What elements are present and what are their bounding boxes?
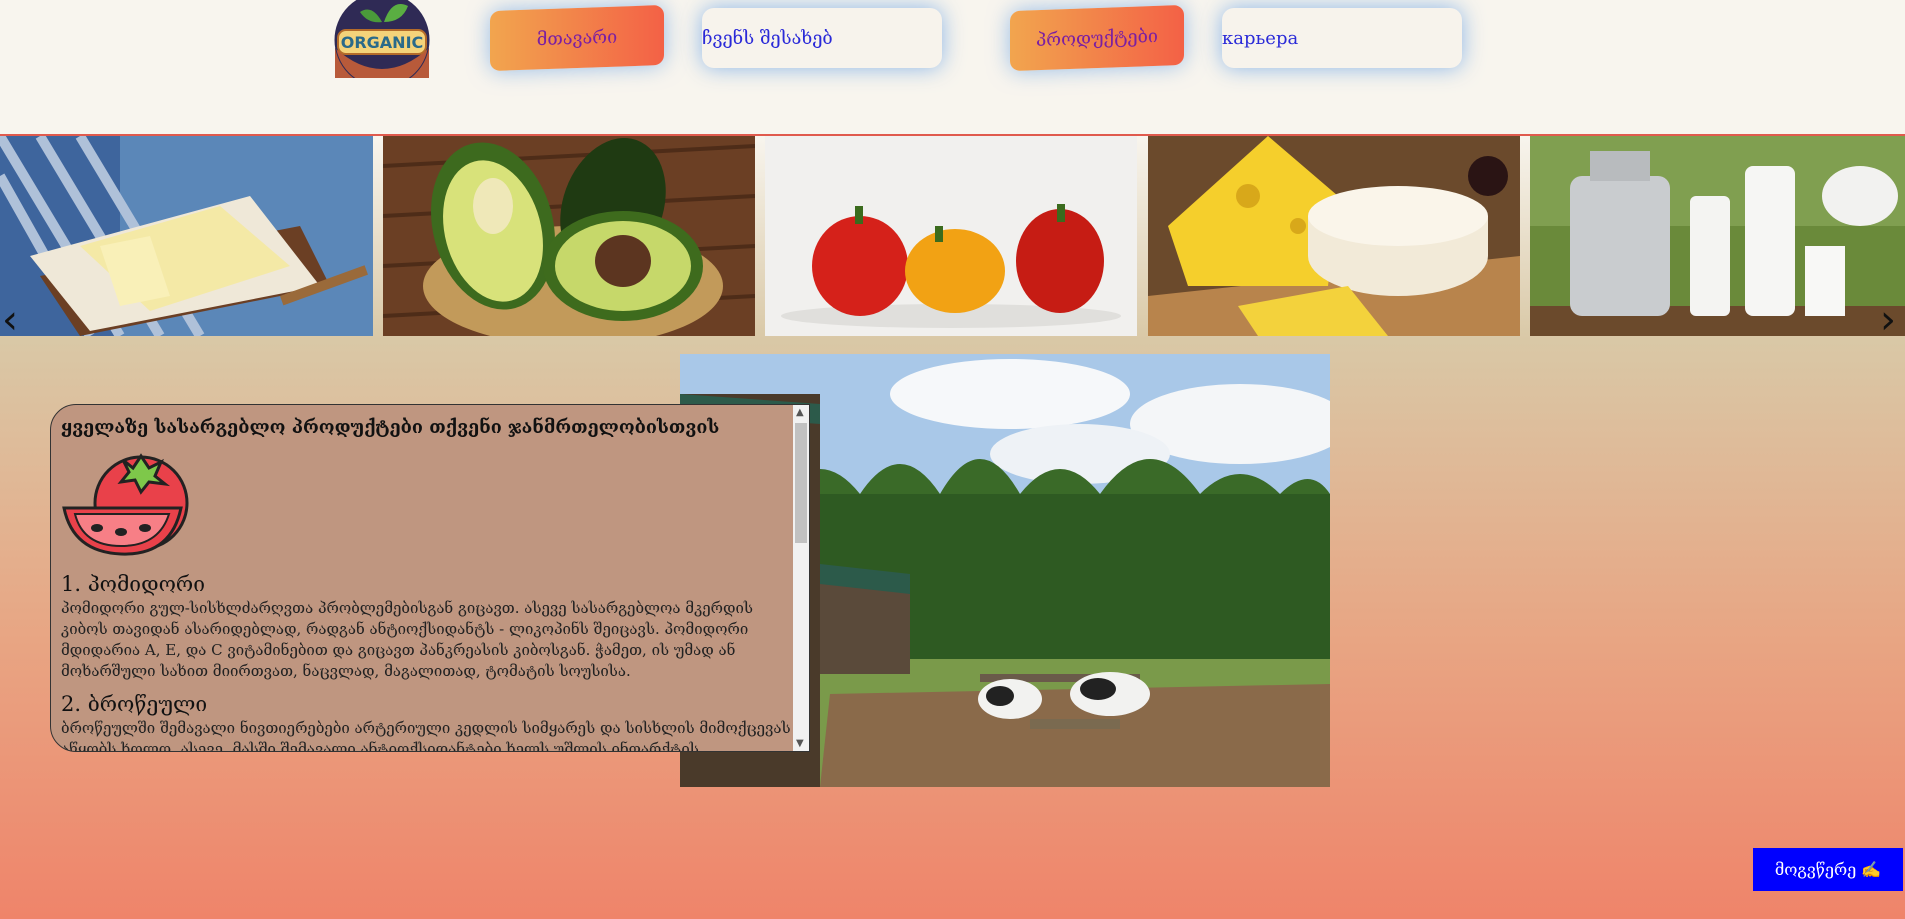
- nav-about[interactable]: ჩვენს შესახებ: [702, 8, 942, 68]
- slide-butter[interactable]: [0, 136, 373, 336]
- item-title: 1. პომიდორი: [61, 572, 205, 596]
- article-content: ყველაზე სასარგებლო პროდუქტები თქვენი ჯან…: [61, 417, 791, 752]
- svg-text:ORGANIC: ORGANIC: [341, 33, 424, 52]
- carousel-prev-icon[interactable]: ‹: [2, 300, 18, 340]
- site-header: ORGANIC მთავარი ჩვენს შესახებ პროდუქტები…: [0, 0, 1905, 136]
- article-heading: ყველაზე სასარგებლო პროდუქტები თქვენი ჯან…: [61, 417, 720, 438]
- item-text: ბროწეულში შემავალი ნივთიერებები არტერიულ…: [61, 719, 791, 752]
- slide-bell-peppers[interactable]: [765, 136, 1137, 336]
- product-carousel: [0, 136, 1905, 336]
- item-text: პომიდორი გულ-სისხლძარღვთა პრობლემებისგან…: [61, 599, 754, 680]
- nav-products[interactable]: პროდუქტები: [1010, 4, 1184, 72]
- carousel-next-icon[interactable]: ›: [1880, 300, 1896, 340]
- organic-logo[interactable]: ORGANIC: [332, 0, 432, 78]
- tomato-icon: [62, 453, 189, 556]
- contact-button[interactable]: მოგვწერე ✍: [1753, 848, 1903, 891]
- article-scrollbar[interactable]: ▲ ▼: [793, 405, 809, 751]
- nav-home[interactable]: მთავარი: [490, 4, 664, 72]
- nav-career[interactable]: карьера: [1222, 8, 1462, 68]
- scroll-thumb[interactable]: [795, 423, 807, 543]
- healthy-products-article[interactable]: ყველაზე სასარგებლო პროდუქტები თქვენი ჯან…: [50, 404, 810, 752]
- item-title: 2. ბროწეული: [61, 692, 208, 716]
- scroll-up-icon[interactable]: ▲: [796, 407, 804, 418]
- slide-avocado[interactable]: [383, 136, 755, 336]
- slide-milk[interactable]: [1530, 136, 1905, 336]
- scroll-down-icon[interactable]: ▼: [796, 738, 804, 749]
- slide-cheese[interactable]: [1148, 136, 1520, 336]
